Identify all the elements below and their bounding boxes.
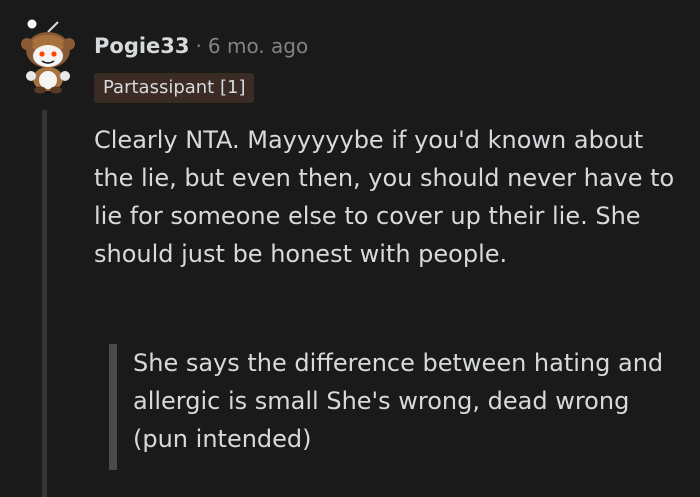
comment: Pogie33 · 6 mo. ago Partassipant [1] Cle… xyxy=(0,0,700,497)
quote-text: She says the difference between hating a… xyxy=(133,349,664,453)
user-flair: Partassipant [1] xyxy=(94,73,255,103)
username-link[interactable]: Pogie33 xyxy=(94,34,190,58)
meta-separator: · xyxy=(195,34,202,58)
blockquote: She says the difference between hating a… xyxy=(109,344,679,470)
comment-header: Pogie33 · 6 mo. ago xyxy=(94,32,308,60)
snoo-avatar-icon xyxy=(21,19,75,94)
user-avatar[interactable] xyxy=(18,18,76,94)
thread-collapse-line[interactable] xyxy=(42,110,47,497)
quote-bar xyxy=(109,344,117,470)
timestamp-link[interactable]: 6 mo. ago xyxy=(208,34,308,58)
comment-body: Clearly NTA. Mayyyyybe if you'd known ab… xyxy=(94,126,675,268)
